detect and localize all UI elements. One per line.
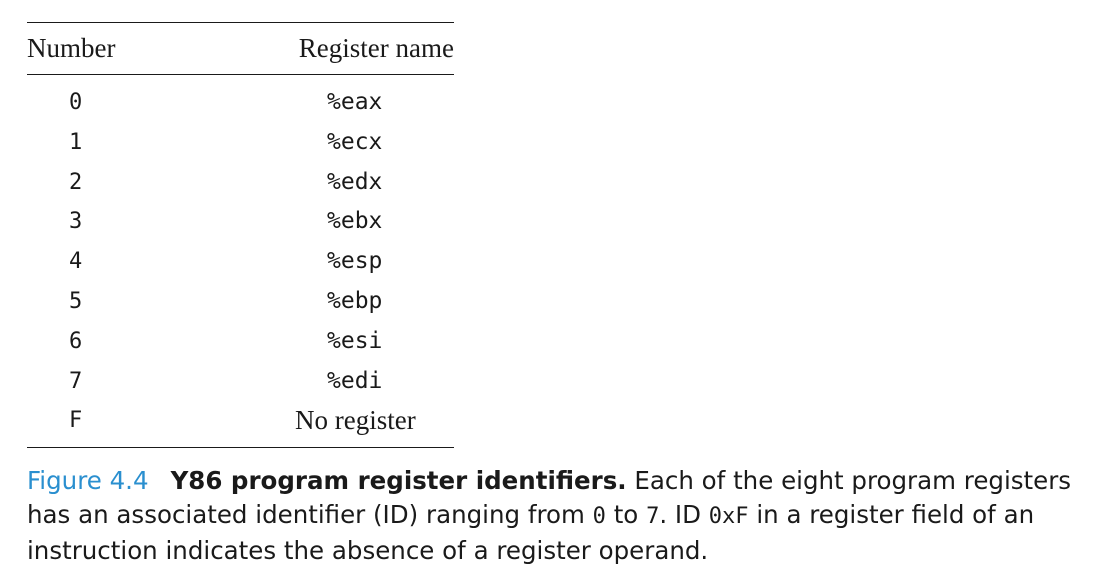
register-name: %ebp	[327, 287, 383, 314]
table-header-row: Number Register name	[27, 23, 454, 74]
table-bottom-rule	[27, 447, 454, 449]
table-row: 5 %ebp	[27, 282, 454, 322]
caption-text-2: to	[605, 500, 647, 529]
register-name: %ecx	[327, 128, 383, 155]
caption-text-3: . ID	[659, 500, 709, 529]
table-row: 2 %edx	[27, 163, 454, 203]
table-row: F No register	[27, 401, 454, 441]
figure-caption: Figure 4.4 Y86 program register identifie…	[27, 464, 1102, 568]
table-row: 0 %eax	[27, 83, 454, 123]
register-table: Number Register name 0 %eax 1 %ecx 2 %edx 3 %eb…	[27, 22, 454, 449]
caption-code-2: 7	[646, 504, 660, 529]
register-name: %edx	[327, 168, 383, 195]
table-row: 3 %ebx	[27, 202, 454, 242]
figure-label: Figure 4.4	[27, 466, 149, 495]
caption-code-1: 0	[592, 504, 606, 529]
register-name: No register	[295, 405, 416, 436]
table-row: 4 %esp	[27, 242, 454, 282]
figure-title: Y86 program register identifiers.	[170, 466, 627, 495]
register-name: %esp	[327, 248, 383, 275]
register-name: %edi	[327, 367, 383, 394]
table-row: 7 %edi	[27, 362, 454, 402]
header-register-name: Register name	[298, 33, 454, 63]
header-number: Number	[27, 33, 116, 63]
table-row: 1 %ecx	[27, 123, 454, 163]
table-row: 6 %esi	[27, 322, 454, 362]
caption-code-3: 0xF	[708, 504, 749, 529]
table-body: 0 %eax 1 %ecx 2 %edx 3 %ebx 4 %esp 5 %ebp 6 %esi 7 %edi…	[27, 75, 454, 447]
register-name: %ebx	[327, 208, 383, 235]
register-name: %eax	[327, 89, 383, 115]
register-name: %esi	[327, 327, 383, 354]
